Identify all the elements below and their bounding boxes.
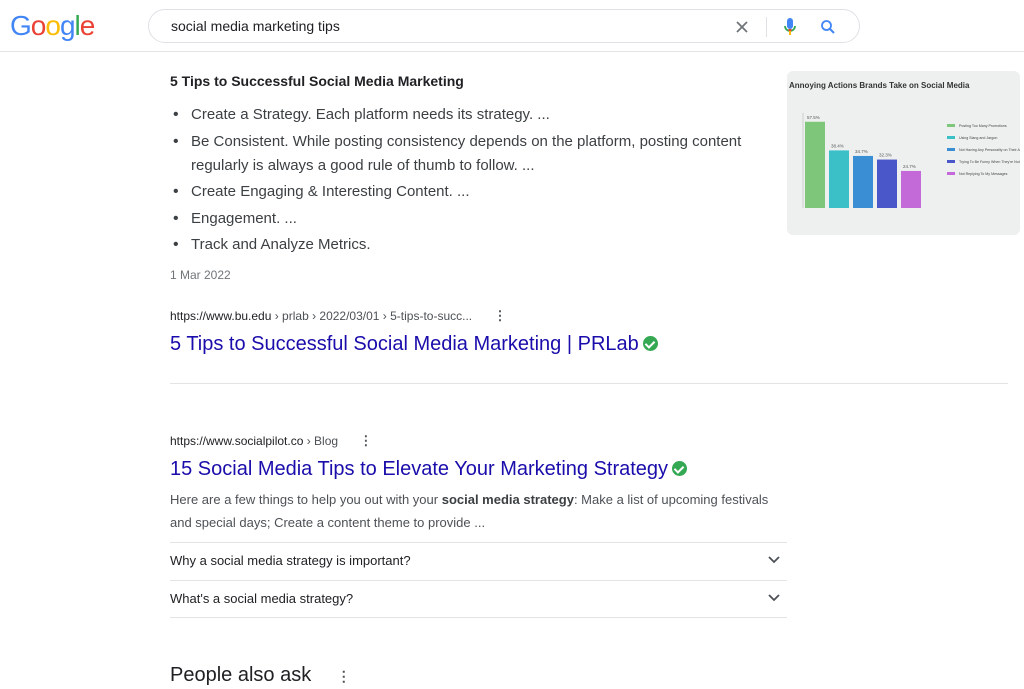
chart-legend-swatch bbox=[947, 136, 955, 139]
chart-legend-label: Posting Too Many Promotions bbox=[959, 124, 1007, 128]
result-url-path: › Blog bbox=[303, 434, 339, 448]
logo-letter: o bbox=[45, 10, 61, 41]
more-options-button[interactable]: ⋮ bbox=[494, 308, 507, 324]
search-divider bbox=[766, 17, 767, 37]
featured-snippet-date: 1 Mar 2022 bbox=[170, 268, 231, 282]
chart-legend-swatch bbox=[947, 172, 955, 175]
snippet-highlight: social media strategy bbox=[441, 492, 574, 507]
faq-expander[interactable]: What's a social media strategy? bbox=[170, 580, 787, 618]
list-item: Track and Analyze Metrics. bbox=[172, 233, 762, 257]
result-title-link[interactable]: 15 Social Media Tips to Elevate Your Mar… bbox=[170, 458, 668, 480]
result-url: https://www.socialpilot.co › Blog ⋮ bbox=[170, 433, 372, 449]
result-url-host: https://www.bu.edu bbox=[170, 309, 272, 323]
search-box bbox=[148, 9, 860, 43]
logo-letter: o bbox=[30, 10, 47, 41]
result-title-link[interactable]: 5 Tips to Successful Social Media Market… bbox=[170, 333, 639, 355]
chart-bar bbox=[853, 155, 873, 208]
chart-legend-swatch bbox=[947, 124, 955, 127]
close-icon bbox=[736, 21, 748, 33]
chart-bar bbox=[901, 170, 921, 208]
more-options-button[interactable]: ⋮ bbox=[337, 668, 351, 685]
logo-letter: G bbox=[10, 10, 32, 41]
faq-question: Why a social media strategy is important… bbox=[170, 553, 411, 568]
chart-data-label: 34.7% bbox=[855, 149, 868, 154]
result-url-host: https://www.socialpilot.co bbox=[170, 434, 304, 448]
search-input[interactable] bbox=[171, 18, 711, 34]
search-icon bbox=[821, 20, 835, 34]
result-snippet: Here are a few things to help you out wi… bbox=[170, 488, 782, 534]
chevron-down-icon bbox=[768, 556, 780, 564]
featured-snippet-title: 5 Tips to Successful Social Media Market… bbox=[170, 73, 464, 89]
faq-expander[interactable]: Why a social media strategy is important… bbox=[170, 542, 787, 580]
people-also-ask-label: People also ask bbox=[170, 664, 312, 686]
result-divider bbox=[170, 383, 1008, 384]
verified-icon bbox=[672, 461, 688, 476]
chart-data-label: 24.7% bbox=[903, 164, 916, 169]
result-url: https://www.bu.edu › prlab › 2022/03/01 … bbox=[170, 308, 507, 324]
chart-data-label: 57.5% bbox=[807, 115, 820, 120]
google-logo[interactable]: Google bbox=[10, 10, 96, 42]
list-item: Be Consistent. While posting consistency… bbox=[172, 130, 762, 178]
chart-legend-label: Trying To Be Funny When They're Not bbox=[959, 160, 1020, 164]
image-bar-chart: 57.5% 38.4% 34.7% 32.3% 24.7% Posting Too Man… bbox=[802, 113, 1020, 208]
list-item: Create Engaging & Interesting Content. .… bbox=[172, 180, 762, 204]
header-bar: Google bbox=[0, 0, 1024, 52]
people-also-ask-heading: People also ask ⋮ bbox=[170, 664, 351, 687]
featured-snippet-image[interactable]: Annoying Actions Brands Take on Social M… bbox=[787, 71, 1020, 235]
logo-letter: g bbox=[59, 10, 76, 41]
chart-legend-swatch bbox=[947, 148, 955, 151]
snippet-text: Here are a few things to help you out wi… bbox=[170, 492, 442, 507]
chart-data-label: 38.4% bbox=[831, 143, 844, 148]
faq-question: What's a social media strategy? bbox=[170, 591, 354, 606]
chart-bar bbox=[805, 121, 825, 208]
microphone-icon bbox=[784, 18, 796, 35]
list-item: Create a Strategy. Each platform needs i… bbox=[172, 103, 762, 127]
chart-data-label: 32.3% bbox=[879, 153, 892, 158]
chart-legend-label: Not Replying To My Messages bbox=[959, 172, 1008, 176]
result-url-path: › prlab › 2022/03/01 › 5-tips-to-succ... bbox=[271, 309, 473, 323]
chart-bar bbox=[877, 159, 897, 208]
voice-search-button[interactable] bbox=[777, 14, 803, 40]
search-button[interactable] bbox=[815, 14, 841, 40]
chart-legend-swatch bbox=[947, 160, 955, 163]
chart-legend-label: Not Having Any Personality on Their Acco… bbox=[959, 148, 1020, 152]
result-link-container: 5 Tips to Successful Social Media Market… bbox=[170, 333, 658, 356]
more-options-button[interactable]: ⋮ bbox=[359, 433, 372, 449]
verified-icon bbox=[642, 336, 658, 351]
chart-legend-label: Using Slang and Jargon bbox=[959, 136, 997, 140]
logo-letter: e bbox=[79, 10, 96, 41]
clear-search-button[interactable] bbox=[729, 14, 755, 40]
list-item: Engagement. ... bbox=[172, 207, 762, 231]
chart-bar bbox=[829, 150, 849, 208]
featured-snippet-list: Create a Strategy. Each platform needs i… bbox=[172, 103, 762, 260]
chevron-down-icon bbox=[768, 594, 780, 602]
result-link-container: 15 Social Media Tips to Elevate Your Mar… bbox=[170, 458, 688, 481]
